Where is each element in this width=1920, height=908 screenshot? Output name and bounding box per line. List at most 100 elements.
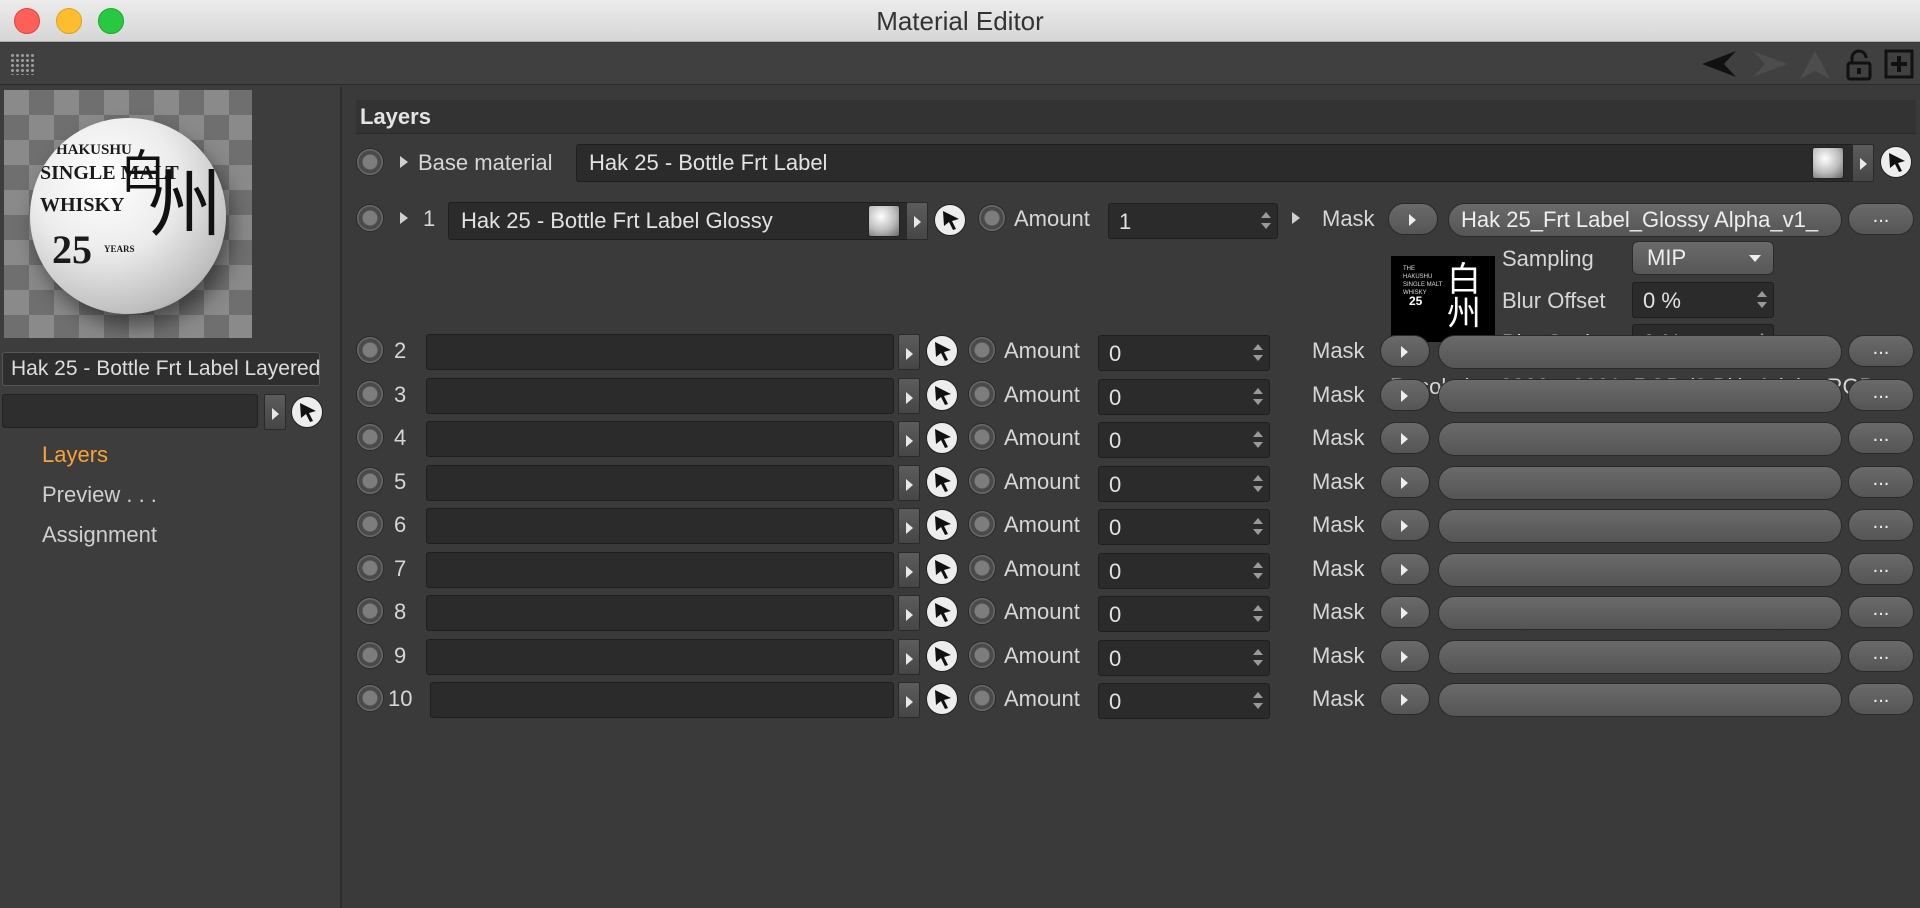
new-window-icon[interactable] [1884, 49, 1914, 85]
mask-browse-button[interactable]: ... [1848, 466, 1914, 498]
nav-item-layers[interactable]: Layers [42, 442, 108, 468]
sampling-dropdown[interactable]: MIP [1632, 241, 1774, 275]
base-material-field[interactable]: Hak 25 - Bottle Frt Label [576, 144, 1854, 182]
layer-material-field[interactable] [426, 465, 894, 501]
base-material-menu-button[interactable] [1852, 144, 1874, 182]
layer-material-menu-button[interactable] [898, 552, 920, 588]
mask-texture-field[interactable] [1438, 596, 1842, 630]
mask-browse-button[interactable]: ... [1848, 596, 1914, 628]
spinner-icon[interactable] [1253, 475, 1263, 493]
layer-animate-radio[interactable] [356, 423, 384, 451]
mask-browse-button[interactable]: ... [1848, 379, 1914, 411]
layer-material-menu-button[interactable] [898, 465, 920, 501]
layer-material-field[interactable] [426, 595, 894, 631]
lock-icon[interactable] [1846, 49, 1872, 81]
pick-cursor-icon[interactable] [926, 379, 958, 411]
expand-triangle-icon[interactable] [1292, 212, 1300, 224]
layer-material-field[interactable] [426, 552, 894, 588]
forward-arrow-icon[interactable] [1745, 49, 1789, 85]
layer-animate-radio[interactable] [356, 204, 384, 232]
spinner-icon[interactable] [1253, 649, 1263, 667]
layer-material-menu-button[interactable] [898, 421, 920, 457]
pick-cursor-icon[interactable] [926, 335, 958, 367]
mask-menu-arrow-button[interactable] [1380, 683, 1430, 715]
nav-item-assignment[interactable]: Assignment [42, 522, 157, 548]
layer-material-field[interactable] [426, 639, 894, 675]
layer-material-field[interactable] [426, 334, 894, 370]
layer-animate-radio[interactable] [356, 380, 384, 408]
pick-cursor-icon[interactable] [926, 422, 958, 454]
pick-cursor-icon[interactable] [926, 509, 958, 541]
amount-animate-radio[interactable] [968, 641, 996, 669]
mask-browse-button[interactable]: ... [1848, 509, 1914, 541]
layer-material-field[interactable]: Hak 25 - Bottle Frt Label Glossy [448, 202, 918, 240]
mask-texture-field[interactable] [1438, 422, 1842, 456]
amount-field[interactable]: 0 [1098, 379, 1270, 415]
mask-texture-field[interactable] [1438, 640, 1842, 674]
blur-offset-field[interactable]: 0 % [1632, 282, 1774, 318]
layer-material-menu-button[interactable] [898, 334, 920, 370]
mask-texture-field[interactable] [1438, 683, 1842, 717]
layer-animate-radio[interactable] [356, 597, 384, 625]
grip-icon[interactable] [10, 53, 36, 75]
mask-texture-field[interactable] [1438, 379, 1842, 413]
mask-texture-field[interactable] [1438, 335, 1842, 369]
amount-animate-radio[interactable] [968, 467, 996, 495]
pick-cursor-icon[interactable] [926, 553, 958, 585]
mask-texture-field[interactable] [1438, 509, 1842, 543]
amount-field[interactable]: 0 [1098, 422, 1270, 458]
amount-animate-radio[interactable] [968, 597, 996, 625]
spinner-icon[interactable] [1253, 518, 1263, 536]
mask-menu-arrow-button[interactable] [1380, 379, 1430, 411]
layer-material-field[interactable] [430, 682, 894, 718]
amount-field[interactable]: 1 [1108, 203, 1278, 239]
layer-material-menu-button[interactable] [906, 202, 928, 240]
spinner-icon[interactable] [1253, 388, 1263, 406]
amount-animate-radio[interactable] [968, 380, 996, 408]
pick-cursor-icon[interactable] [1880, 146, 1912, 178]
mask-browse-button[interactable]: ... [1848, 683, 1914, 715]
pick-cursor-icon[interactable] [926, 466, 958, 498]
spinner-icon[interactable] [1253, 562, 1263, 580]
amount-field[interactable]: 0 [1098, 683, 1270, 719]
layer-material-field[interactable] [426, 508, 894, 544]
amount-animate-radio[interactable] [968, 554, 996, 582]
mask-menu-arrow-button[interactable] [1388, 203, 1438, 235]
amount-animate-radio[interactable] [968, 510, 996, 538]
mask-browse-button[interactable]: ... [1848, 422, 1914, 454]
back-arrow-icon[interactable] [1700, 49, 1740, 85]
spinner-icon[interactable] [1261, 212, 1271, 230]
amount-field[interactable]: 0 [1098, 466, 1270, 502]
pick-cursor-icon[interactable] [926, 596, 958, 628]
mask-browse-button[interactable]: ... [1848, 335, 1914, 367]
material-link-field[interactable] [2, 394, 258, 428]
mask-thumbnail[interactable]: THE HAKUSHU SINGLE MALT WHISKY 25 白 州 [1391, 256, 1495, 342]
expand-triangle-icon[interactable] [400, 156, 408, 168]
layer-animate-radio[interactable] [356, 467, 384, 495]
spinner-icon[interactable] [1253, 692, 1263, 710]
layer-animate-radio[interactable] [356, 554, 384, 582]
amount-field[interactable]: 0 [1098, 509, 1270, 545]
layer-animate-radio[interactable] [356, 641, 384, 669]
mask-browse-button[interactable]: ... [1848, 203, 1914, 235]
material-name-field[interactable]: Hak 25 - Bottle Frt Label Layered [2, 352, 320, 386]
material-preview[interactable]: HAKUSHU SINGLE MALT WHISKY 25 YEARS 白 州 [4, 90, 252, 338]
mask-menu-arrow-button[interactable] [1380, 422, 1430, 454]
layer-material-menu-button[interactable] [898, 508, 920, 544]
layer-animate-radio[interactable] [356, 336, 384, 364]
layer-material-menu-button[interactable] [898, 682, 920, 718]
mask-browse-button[interactable]: ... [1848, 640, 1914, 672]
mask-menu-arrow-button[interactable] [1380, 335, 1430, 367]
mask-browse-button[interactable]: ... [1848, 553, 1914, 585]
spinner-icon[interactable] [1757, 291, 1767, 309]
link-menu-arrow-button[interactable] [264, 394, 286, 430]
layer-animate-radio[interactable] [356, 510, 384, 538]
mask-menu-arrow-button[interactable] [1380, 466, 1430, 498]
mask-texture-field[interactable] [1438, 466, 1842, 500]
up-arrow-icon[interactable] [1798, 49, 1832, 87]
base-animate-radio[interactable] [356, 148, 384, 176]
amount-animate-radio[interactable] [968, 684, 996, 712]
spinner-icon[interactable] [1253, 344, 1263, 362]
nav-item-preview[interactable]: Preview . . . [42, 482, 157, 508]
amount-field[interactable]: 0 [1098, 335, 1270, 371]
